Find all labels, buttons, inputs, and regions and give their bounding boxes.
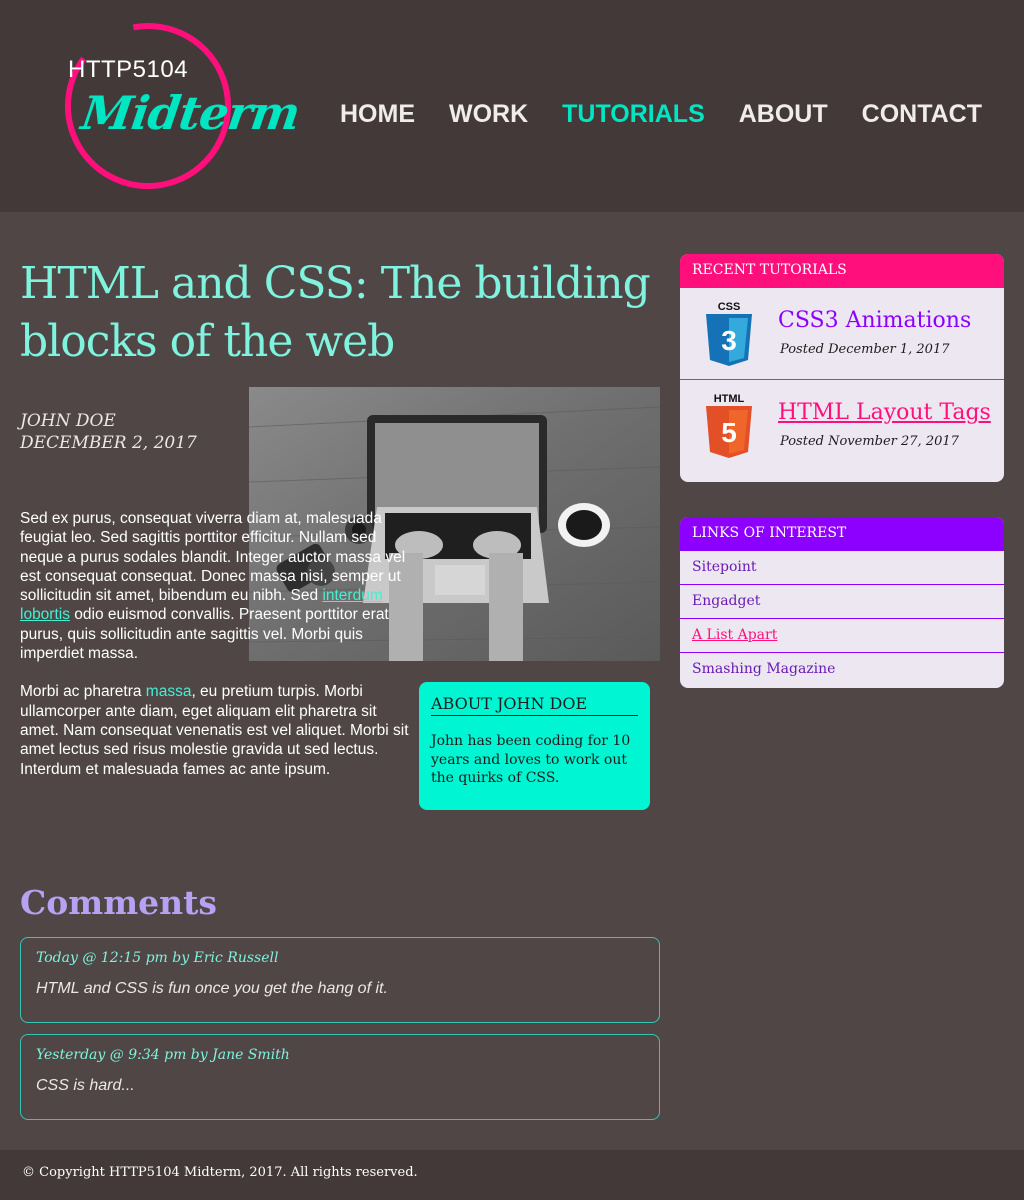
article-paragraph: Morbi ac pharetra massa, eu pretium turp… xyxy=(20,683,409,778)
link-engadget[interactable]: Engadget xyxy=(680,585,1004,619)
logo-subtitle: HTTP5104 xyxy=(68,56,189,83)
links-of-interest-panel: LINKS OF INTEREST Sitepoint Engadget A L… xyxy=(680,517,1004,688)
svg-text:3: 3 xyxy=(721,325,737,356)
main-nav: HOME WORK TUTORIALS ABOUT CONTACT xyxy=(340,100,982,129)
svg-text:CSS: CSS xyxy=(718,301,741,313)
about-author-text: John has been coding for 10 years and lo… xyxy=(431,733,631,786)
article-date: DECEMBER 2, 2017 xyxy=(20,433,197,453)
comment-meta: Yesterday @ 9:34 pm by Jane Smith xyxy=(36,1047,290,1063)
nav-work[interactable]: WORK xyxy=(449,100,528,129)
massa-link[interactable]: massa xyxy=(146,683,192,700)
site-footer: © Copyright HTTP5104 Midterm, 2017. All … xyxy=(0,1150,1024,1200)
link-a-list-apart[interactable]: A List Apart xyxy=(680,619,1004,653)
nav-about[interactable]: ABOUT xyxy=(739,100,828,129)
tutorial-date: Posted December 1, 2017 xyxy=(780,342,950,357)
article-byline: JOHN DOE DECEMBER 2, 2017 xyxy=(20,410,197,454)
about-author-box: ABOUT JOHN DOE John has been coding for … xyxy=(419,682,650,810)
article-title: HTML and CSS: The building blocks of the… xyxy=(20,258,651,367)
site-logo[interactable]: HTTP5104 Midterm xyxy=(64,22,303,192)
copyright-text: © Copyright HTTP5104 Midterm, 2017. All … xyxy=(22,1165,418,1180)
tutorial-item: CSS 3 CSS3 Animations Posted December 1,… xyxy=(680,288,1004,380)
site-header: HTTP5104 Midterm HOME WORK TUTORIALS ABO… xyxy=(0,0,1024,212)
article: HTML and CSS: The building blocks of the… xyxy=(20,255,660,1120)
nav-contact[interactable]: CONTACT xyxy=(862,100,982,129)
recent-tutorials-heading: RECENT TUTORIALS xyxy=(680,254,1004,288)
comment-text: CSS is hard... xyxy=(36,1077,135,1094)
comment-card: Today @ 12:15 pm by Eric Russell HTML an… xyxy=(20,937,660,1023)
link-smashing-magazine[interactable]: Smashing Magazine xyxy=(680,653,1004,687)
comment-text: HTML and CSS is fun once you get the han… xyxy=(36,980,388,997)
svg-text:HTML: HTML xyxy=(714,393,745,405)
about-author-title: ABOUT JOHN DOE xyxy=(431,694,638,716)
tutorial-link-html-layout-tags[interactable]: HTML Layout Tags xyxy=(778,400,991,425)
html5-icon: HTML 5 xyxy=(704,390,754,460)
comment-meta: Today @ 12:15 pm by Eric Russell xyxy=(36,950,279,966)
comment-card: Yesterday @ 9:34 pm by Jane Smith CSS is… xyxy=(20,1034,660,1120)
css3-icon: CSS 3 xyxy=(704,298,754,368)
tutorial-date: Posted November 27, 2017 xyxy=(780,434,959,449)
tutorial-link-css3-animations[interactable]: CSS3 Animations xyxy=(778,308,971,333)
nav-home[interactable]: HOME xyxy=(340,100,415,129)
article-body: Sed ex purus, consequat viverra diam at,… xyxy=(20,509,410,798)
tutorial-item: HTML 5 HTML Layout Tags Posted November … xyxy=(680,380,1004,472)
logo-title: Midterm xyxy=(78,86,303,140)
article-paragraph: Sed ex purus, consequat viverra diam at,… xyxy=(20,510,406,663)
recent-tutorials-panel: RECENT TUTORIALS CSS 3 CSS3 Animations P… xyxy=(680,254,1004,482)
article-author: JOHN DOE xyxy=(20,411,116,431)
link-sitepoint[interactable]: Sitepoint xyxy=(680,551,1004,585)
comments-heading: Comments xyxy=(20,883,217,922)
links-of-interest-heading: LINKS OF INTEREST xyxy=(680,517,1004,551)
nav-tutorials[interactable]: TUTORIALS xyxy=(562,100,705,129)
svg-text:5: 5 xyxy=(721,417,737,448)
